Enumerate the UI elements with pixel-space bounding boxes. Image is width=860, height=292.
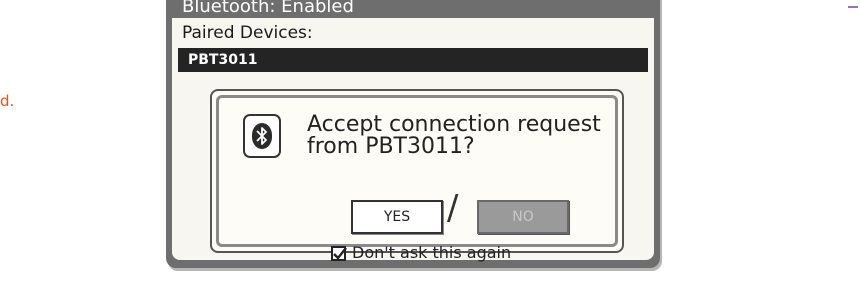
settings-panel: Paired Devices: PBT3011 Accept connectio… (172, 18, 654, 262)
bluetooth-settings-window: Bluetooth: Enabled Paired Devices: PBT30… (166, 0, 660, 268)
bluetooth-icon (243, 114, 281, 158)
connection-request-dialog: Accept connection request from PBT3011? … (210, 89, 624, 262)
paired-device-row[interactable]: PBT3011 (178, 48, 648, 72)
window-title: Bluetooth: Enabled (182, 0, 354, 17)
no-button[interactable]: NO (477, 200, 569, 234)
dialog-inner-frame: Accept connection request from PBT3011? … (216, 95, 618, 262)
yes-button[interactable]: YES (351, 200, 443, 234)
button-separator: / (447, 188, 459, 228)
dont-ask-again-label: Don't ask this again (352, 243, 512, 262)
dont-ask-again-option[interactable]: Don't ask this again (331, 243, 511, 263)
side-note-text: d. (0, 92, 15, 110)
paired-devices-label: Paired Devices: (182, 23, 313, 43)
checkmark-icon (333, 246, 347, 260)
dont-ask-again-checkbox[interactable] (331, 245, 347, 261)
side-mark-decoration (848, 0, 858, 8)
dialog-message: Accept connection request from PBT3011? (307, 112, 601, 159)
paired-device-name: PBT3011 (188, 52, 258, 68)
